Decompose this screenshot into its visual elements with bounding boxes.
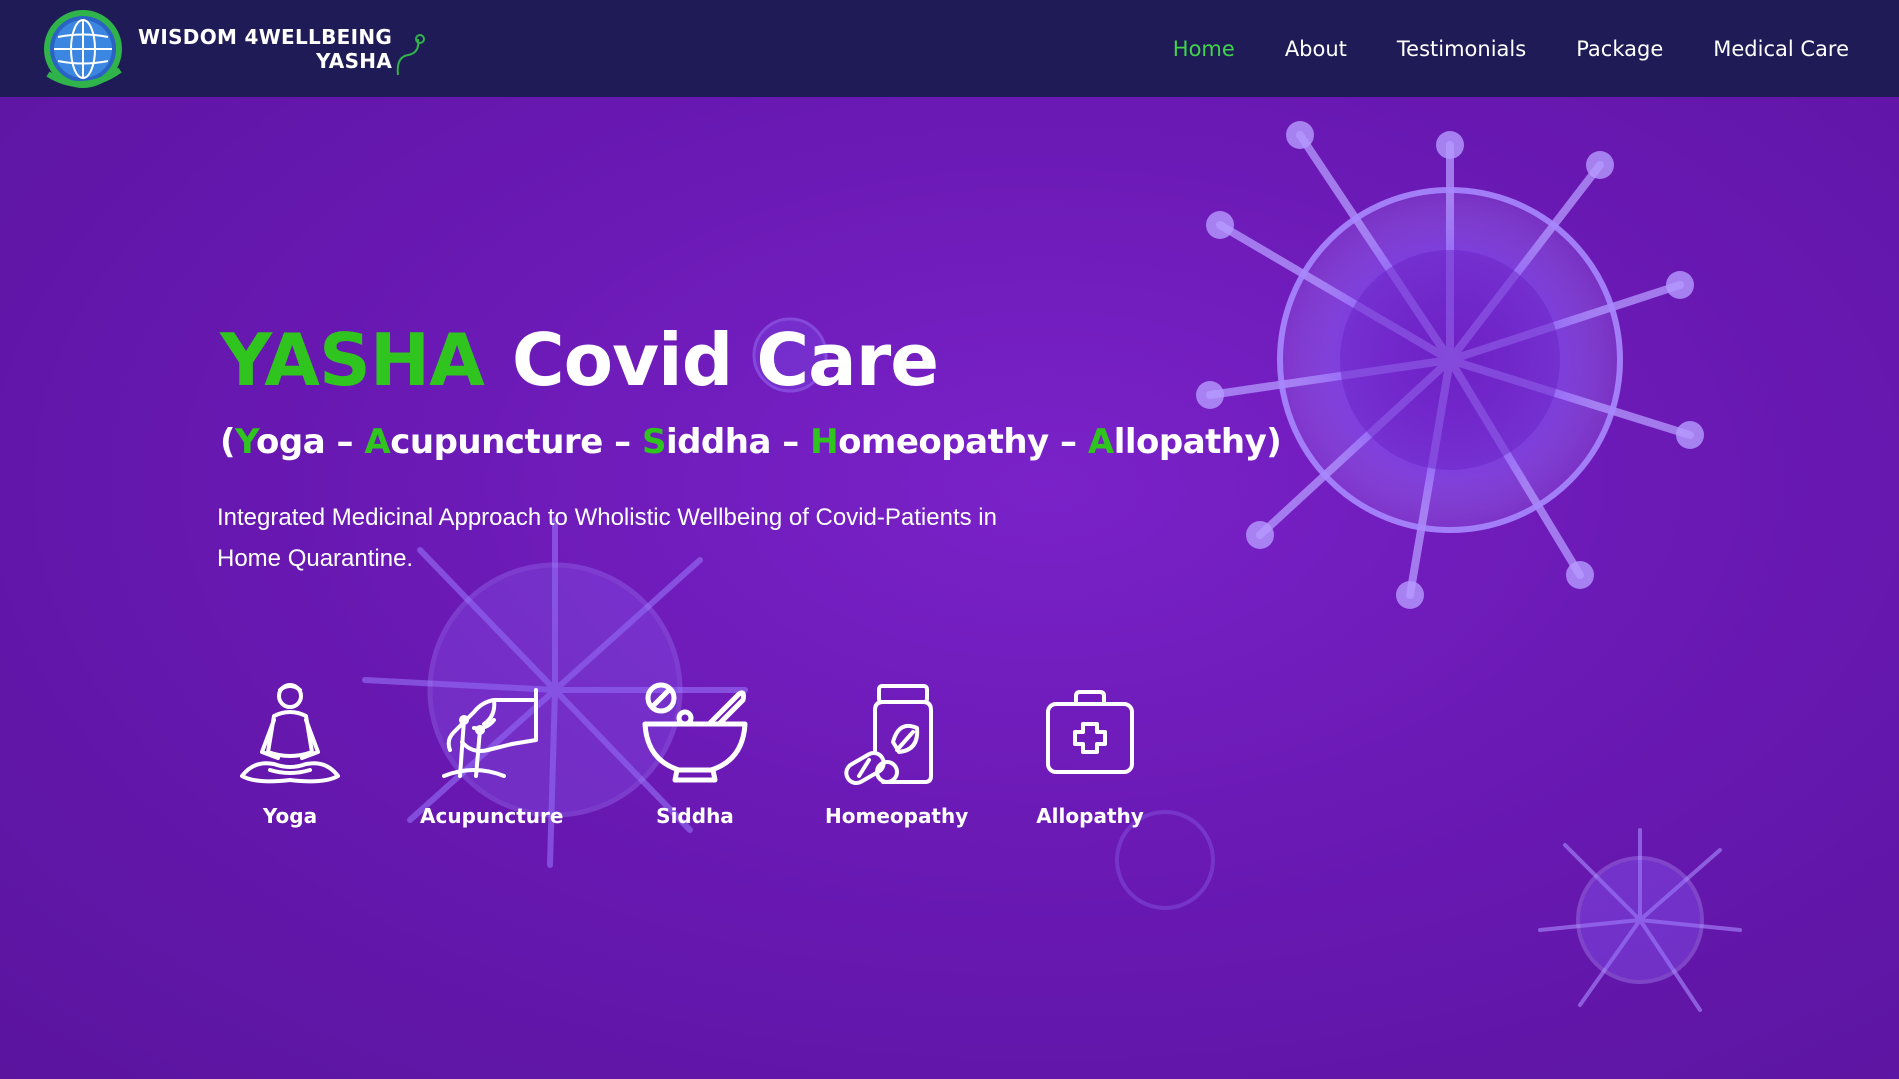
subtitle-separator: –: [770, 422, 811, 462]
subtitle-close-paren: ): [1266, 422, 1282, 462]
brand-name: WISDOM 4WELLBEING YASHA: [138, 25, 392, 73]
subtitle-open-paren: (: [220, 422, 236, 462]
medicine-jar-icon: [844, 684, 933, 785]
nav-medical-care[interactable]: Medical Care: [1713, 37, 1849, 61]
yoga-meditation-icon: [240, 683, 340, 784]
therapy-label: Homeopathy: [825, 804, 969, 828]
therapy-yoga[interactable]: Yoga: [220, 680, 360, 828]
therapy-homeopathy[interactable]: Homeopathy: [825, 680, 969, 828]
virus-large-icon: [1196, 121, 1704, 609]
hero-title-rest: Covid Care: [511, 318, 939, 402]
subtitle-initial-homeopathy: H: [810, 422, 839, 462]
hero-title: YASHA Covid Care: [220, 318, 939, 402]
subtitle-separator: –: [1048, 422, 1088, 462]
subtitle-rest-siddha: iddha: [665, 422, 771, 462]
nav-package[interactable]: Package: [1576, 37, 1663, 61]
subtitle-rest-homeopathy: omeopathy: [838, 422, 1049, 462]
subtitle-separator: –: [602, 422, 642, 462]
hero-description: Integrated Medicinal Approach to Wholist…: [217, 504, 997, 572]
subtitle-rest-allopathy: llopathy: [1113, 422, 1267, 462]
therapy-label: Acupuncture: [420, 804, 564, 828]
subtitle-initial-siddha: S: [641, 422, 667, 462]
acupuncture-hand-icon: [442, 688, 538, 778]
therapy-label: Siddha: [656, 804, 734, 828]
therapy-siddha[interactable]: Siddha: [625, 680, 765, 828]
brand-line-2: YASHA: [315, 49, 393, 73]
virus-small-icon: [1538, 828, 1742, 1012]
brand-line-1: WISDOM 4WELLBEING: [138, 25, 393, 49]
nav-about[interactable]: About: [1285, 37, 1347, 61]
subtitle-rest-yoga: oga: [256, 422, 326, 462]
main-nav: Home About Testimonials Package Medical …: [1123, 0, 1849, 97]
therapy-label: Allopathy: [1036, 804, 1144, 828]
therapy-allopathy[interactable]: Allopathy: [1020, 680, 1160, 828]
globe-logo-icon: [44, 10, 122, 88]
hero-subtitle: (Yoga – Acupuncture – Siddha – Homeopath…: [220, 422, 1282, 462]
first-aid-kit-icon: [1046, 690, 1134, 774]
top-navbar: WISDOM 4WELLBEING YASHA Home About Testi…: [0, 0, 1899, 97]
hero-title-highlight: YASHA: [220, 318, 485, 402]
stethoscope-icon: [396, 34, 426, 76]
subtitle-separator: –: [325, 422, 365, 462]
subtitle-initial-yoga: Y: [235, 422, 257, 462]
nav-testimonials[interactable]: Testimonials: [1397, 37, 1526, 61]
site-logo[interactable]: WISDOM 4WELLBEING YASHA: [38, 4, 430, 94]
subtitle-initial-allopathy: A: [1087, 422, 1114, 462]
nav-home[interactable]: Home: [1173, 37, 1235, 61]
therapy-acupuncture[interactable]: Acupuncture: [420, 680, 564, 828]
subtitle-rest-acupuncture: cupuncture: [390, 422, 603, 462]
subtitle-initial-acupuncture: A: [364, 422, 391, 462]
therapy-label: Yoga: [262, 804, 318, 828]
mortar-pestle-icon: [642, 682, 748, 783]
